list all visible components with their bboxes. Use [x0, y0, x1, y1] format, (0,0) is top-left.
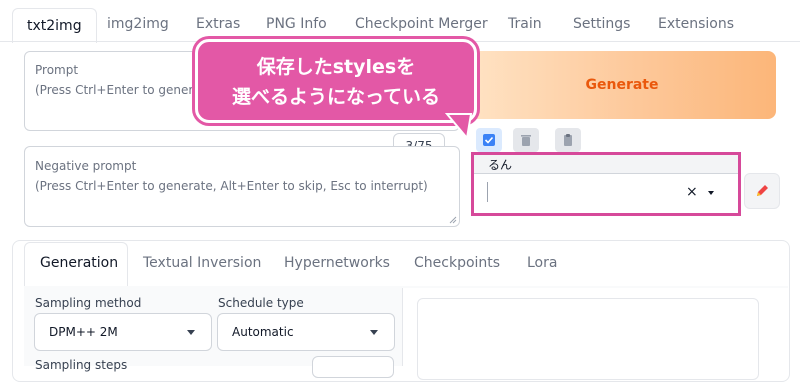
image-preview — [417, 298, 759, 380]
tab-extras[interactable]: Extras — [196, 0, 240, 40]
sampling-method-select[interactable]: DPM++ 2M — [34, 313, 212, 351]
prompt-placeholder: (Press Ctrl+Enter to generate — [35, 83, 213, 97]
trash-icon — [521, 135, 531, 146]
output-area — [402, 288, 789, 380]
tab-generation[interactable]: Generation — [40, 255, 118, 271]
tab-train[interactable]: Train — [508, 0, 542, 40]
paste-button[interactable] — [476, 128, 502, 152]
sampling-steps-label: Sampling steps — [35, 358, 128, 372]
tab-checkpoints[interactable]: Checkpoints — [414, 255, 500, 271]
tab-checkpoint-merger[interactable]: Checkpoint Merger — [355, 0, 488, 40]
text-cursor — [487, 182, 488, 202]
check-icon — [483, 134, 495, 146]
chevron-down-icon — [187, 330, 195, 335]
annotation-callout: 保存したstylesを 選べるようになっている — [195, 39, 477, 123]
tab-txt2img[interactable]: txt2img — [12, 8, 97, 43]
styles-input[interactable]: × — [474, 174, 738, 213]
dropdown-arrow-icon[interactable] — [708, 191, 714, 195]
chevron-down-icon — [370, 330, 378, 335]
styles-dropdown-highlight: るん × — [471, 152, 741, 216]
resize-handle-icon[interactable] — [449, 216, 457, 224]
tab-img2img[interactable]: img2img — [107, 0, 169, 40]
negative-prompt-input[interactable]: Negative prompt (Press Ctrl+Enter to gen… — [24, 146, 460, 227]
tab-hypernetworks[interactable]: Hypernetworks — [284, 255, 390, 271]
clear-prompt-button[interactable] — [513, 128, 539, 152]
tab-settings[interactable]: Settings — [573, 0, 630, 40]
schedule-type-select[interactable]: Automatic — [217, 313, 395, 351]
tab-textual-inversion[interactable]: Textual Inversion — [143, 255, 261, 271]
negative-prompt-label: Negative prompt — [35, 159, 137, 173]
pencil-icon — [757, 185, 768, 196]
negative-prompt-placeholder: (Press Ctrl+Enter to generate, Alt+Enter… — [35, 179, 428, 193]
callout-pointer — [445, 113, 473, 141]
clear-styles-icon[interactable]: × — [686, 184, 698, 200]
apply-style-button[interactable] — [555, 128, 581, 152]
sampling-steps-input[interactable] — [312, 356, 394, 378]
tab-lora[interactable]: Lora — [527, 255, 557, 271]
sampling-method-value: DPM++ 2M — [49, 325, 118, 339]
tab-png-info[interactable]: PNG Info — [266, 0, 327, 40]
edit-styles-button[interactable] — [744, 173, 780, 209]
prompt-label: Prompt — [35, 63, 79, 77]
style-tag[interactable]: るん — [488, 156, 512, 173]
styles-selected-area: るん — [474, 155, 738, 174]
tab-extensions[interactable]: Extensions — [658, 0, 734, 40]
schedule-type-value: Automatic — [232, 325, 294, 339]
clipboard-icon — [564, 134, 572, 146]
callout-line-2: 選べるようになっている — [231, 86, 441, 108]
sampling-method-label: Sampling method — [35, 296, 142, 310]
generate-button[interactable]: Generate — [468, 51, 776, 119]
callout-line-1: 保存したstylesを — [256, 56, 416, 78]
schedule-type-label: Schedule type — [218, 296, 304, 310]
